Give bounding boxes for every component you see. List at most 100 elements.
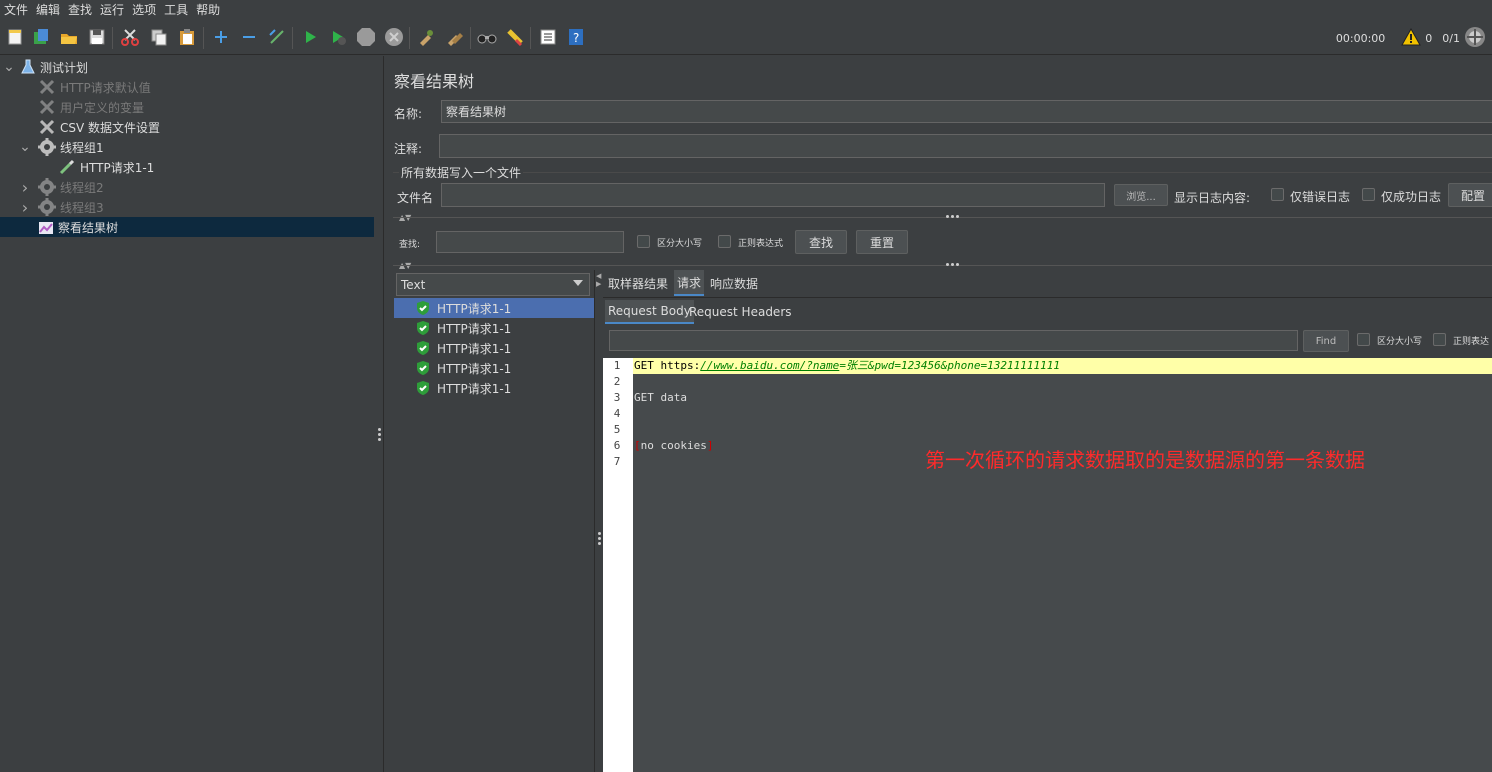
browse-button[interactable]: 浏览... [1114, 184, 1168, 206]
menu-run[interactable]: 运行 [96, 0, 128, 20]
tree-item[interactable]: HTTP请求1-1 [58, 157, 154, 177]
success-shield-icon [416, 360, 430, 376]
shutdown-icon[interactable] [383, 26, 405, 48]
regex-checkbox[interactable] [718, 235, 731, 248]
tree-item[interactable]: › 线程组2 [22, 177, 104, 197]
search-button[interactable]: 查找 [795, 230, 847, 254]
tree-item-label: HTTP请求1-1 [80, 160, 155, 175]
gear-icon [38, 178, 56, 196]
reset-search-icon[interactable] [504, 26, 526, 48]
body-case-checkbox[interactable] [1357, 333, 1370, 346]
tree-item[interactable]: 用户定义的变量 [38, 97, 144, 117]
copy-icon[interactable] [148, 26, 170, 48]
body-regex-checkbox[interactable] [1433, 333, 1446, 346]
new-icon[interactable] [4, 26, 26, 48]
body-regex-label: 正则表达 [1453, 337, 1490, 347]
search-splitter-grip[interactable] [946, 215, 960, 218]
clear-icon[interactable] [415, 26, 437, 48]
menu-options[interactable]: 选项 [128, 0, 160, 20]
result-item-label: HTTP请求1-1 [437, 361, 512, 376]
chevron-down-icon[interactable]: ⌄ [3, 59, 15, 75]
tree-item[interactable]: › 线程组3 [22, 197, 104, 217]
find-button[interactable]: Find [1303, 330, 1349, 352]
toggle-icon[interactable] [266, 26, 288, 48]
left-splitter[interactable] [374, 56, 384, 772]
start-no-pause-icon[interactable] [327, 26, 349, 48]
expand-icon[interactable] [210, 26, 232, 48]
chevron-right-icon[interactable]: › [20, 178, 30, 197]
status-area: 00:00:00 0 0/1 [1336, 26, 1486, 50]
result-detail: 取样器结果 请求 响应数据 Request Body Request Heade… [603, 270, 1492, 772]
configure-button[interactable]: 配置 [1448, 183, 1492, 207]
menu-edit[interactable]: 编辑 [32, 0, 64, 20]
results-splitter[interactable]: ◀ ▶ [594, 270, 603, 772]
templates-icon[interactable] [30, 26, 52, 48]
collapse-icon[interactable] [238, 26, 260, 48]
log-content-label: 显示日志内容: [1174, 191, 1251, 205]
filename-field[interactable] [441, 183, 1105, 207]
search-icon[interactable] [476, 26, 498, 48]
regex-label: 正则表达式 [738, 239, 784, 249]
tree-item[interactable]: CSV 数据文件设置 [38, 117, 160, 137]
tab-sampler-result[interactable]: 取样器结果 [605, 270, 671, 296]
remote-engines-icon[interactable] [1464, 26, 1486, 51]
tab-request[interactable]: 请求 [674, 270, 705, 296]
result-item[interactable]: HTTP请求1-1 [394, 378, 594, 398]
subtab-request-headers[interactable]: Request Headers [686, 300, 795, 324]
result-item[interactable]: HTTP请求1-1 [394, 318, 594, 338]
chevron-down-icon[interactable]: ⌄ [19, 139, 31, 155]
request-body-editor[interactable]: 1 2 3 4 5 6 7 GET https://www.baidu.com/?name=… [603, 358, 1492, 772]
pipette-icon [58, 158, 76, 176]
menu-file[interactable]: 文件 [0, 0, 32, 20]
warning-icon[interactable] [1401, 27, 1422, 49]
elapsed-timer: 00:00:00 [1335, 31, 1386, 45]
save-icon[interactable] [86, 26, 108, 48]
line-number: 5 [613, 423, 621, 436]
stop-icon[interactable] [355, 26, 377, 48]
function-helper-icon[interactable] [537, 26, 559, 48]
request-url: //www.baidu.com/?name [700, 359, 840, 372]
renderer-select[interactable]: Text [396, 273, 590, 296]
errors-only-checkbox[interactable] [1271, 188, 1284, 201]
result-item-label: HTTP请求1-1 [437, 381, 512, 396]
tree-item[interactable]: ⌄ 线程组1 [19, 137, 104, 157]
tree-item[interactable]: HTTP请求默认值 [38, 77, 151, 97]
success-shield-icon [416, 300, 430, 316]
success-only-checkbox[interactable] [1362, 188, 1375, 201]
clear-all-icon[interactable] [444, 26, 466, 48]
start-icon[interactable] [299, 26, 321, 48]
result-item-label: HTTP请求1-1 [437, 321, 512, 336]
tab-response-data[interactable]: 响应数据 [707, 270, 761, 296]
search-field[interactable] [436, 231, 624, 253]
result-item[interactable]: HTTP请求1-1 [394, 298, 594, 318]
chevron-right-icon[interactable]: › [20, 198, 30, 217]
result-item[interactable]: HTTP请求1-1 [394, 358, 594, 378]
comment-field[interactable] [439, 134, 1492, 158]
line-number-gutter: 1 2 3 4 5 6 7 [603, 358, 633, 772]
help-icon[interactable]: ? [565, 26, 587, 48]
name-field[interactable]: 察看结果树 [441, 100, 1492, 123]
line-number: 4 [613, 407, 621, 420]
test-plan-tree: ⌄ 测试计划 HTTP请求默认值 用户定义的变量 CSV 数据文件设置 ⌄ 线程组1 HTTP… [0, 56, 374, 772]
body-find-field[interactable] [609, 330, 1298, 351]
menu-help[interactable]: 帮助 [192, 0, 224, 20]
page-title: 察看结果树 [394, 72, 475, 91]
result-item[interactable]: HTTP请求1-1 [394, 338, 594, 358]
warning-count: 0 [1425, 31, 1433, 45]
case-sensitive-checkbox[interactable] [637, 235, 650, 248]
menu-search[interactable]: 查找 [64, 0, 96, 20]
splitter-arrows-icon[interactable]: ◀ ▶ [596, 272, 601, 288]
open-icon[interactable] [58, 26, 80, 48]
cut-icon[interactable] [119, 26, 141, 48]
chevron-down-icon[interactable] [573, 280, 583, 286]
menu-tools[interactable]: 工具 [160, 0, 192, 20]
results-splitter-grip[interactable] [946, 263, 960, 266]
paste-icon[interactable] [176, 26, 198, 48]
tree-item[interactable]: ⌄ 测试计划 [3, 57, 88, 77]
comment-label: 注释: [394, 142, 423, 156]
result-item-label: HTTP请求1-1 [437, 341, 512, 356]
reset-button[interactable]: 重置 [856, 230, 908, 254]
flask-icon [20, 59, 36, 75]
tree-item[interactable]: 察看结果树 [0, 217, 374, 237]
subtab-request-body[interactable]: Request Body [605, 300, 694, 324]
